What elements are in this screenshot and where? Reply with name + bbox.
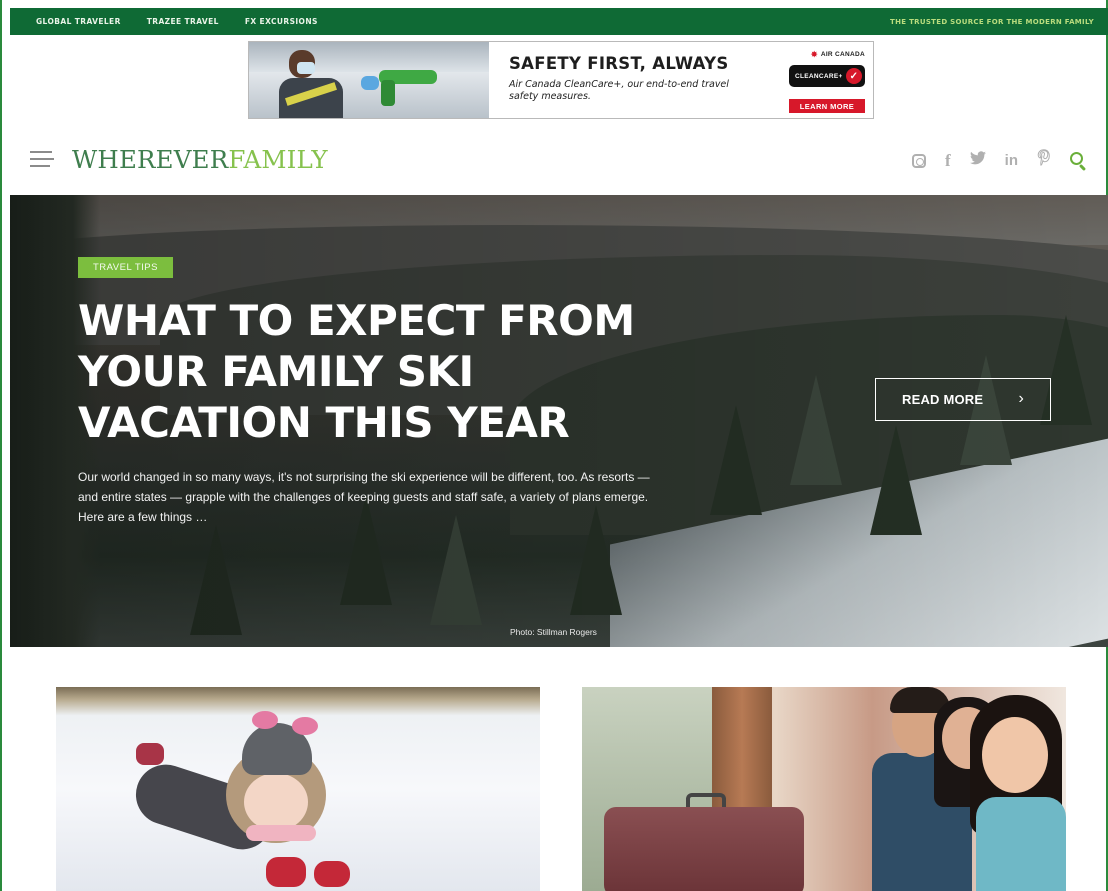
cleancare-label: CLEANCARE+ <box>795 72 843 80</box>
learn-more-button[interactable]: LEARN MORE <box>789 99 865 113</box>
hero-excerpt-line: Our world changed in so many ways, it's … <box>78 470 650 484</box>
ad-body: Air Canada CleanCare+, our end-to-end tr… <box>509 79 729 102</box>
hero-title-line: WHAT TO EXPECT FROM <box>78 296 635 345</box>
hero-title-line: VACATION THIS YEAR <box>78 398 570 447</box>
logo-family: FAMILY <box>228 145 328 174</box>
ad-brand-name: ✸ AIR CANADA <box>811 50 865 59</box>
child-face <box>244 773 308 831</box>
social-links: f in <box>911 149 1088 172</box>
daughter-dress <box>976 797 1066 891</box>
ad-copy: SAFETY FIRST, ALWAYS Air Canada CleanCar… <box>489 42 773 118</box>
chevron-right-icon: › <box>1018 390 1024 407</box>
suitcase <box>604 807 804 891</box>
category-tag[interactable]: TRAVEL TIPS <box>78 257 173 278</box>
logo-wherever: WHEREVER <box>72 145 229 174</box>
child-hat-pom <box>252 711 278 729</box>
read-more-label: READ MORE <box>902 392 984 407</box>
ad-photo-worker <box>279 44 349 118</box>
link-global-traveler[interactable]: GLOBAL TRAVELER <box>36 17 121 26</box>
hero-title-line: YOUR FAMILY SKI <box>78 347 474 396</box>
child-scarf <box>246 825 316 841</box>
facebook-icon[interactable]: f <box>945 151 951 171</box>
menu-line <box>30 165 50 167</box>
pinterest-glyph <box>1037 149 1050 166</box>
article-card-family-suitcase[interactable] <box>582 687 1066 891</box>
ad-photo <box>249 42 489 118</box>
article-card-child-in-snow[interactable] <box>56 687 540 891</box>
sprayer-handle <box>381 80 395 106</box>
child-mitten <box>266 857 306 887</box>
child-hat-pom <box>292 717 318 735</box>
menu-line <box>30 151 52 153</box>
top-utility-bar: GLOBAL TRAVELER TRAZEE TRAVEL FX EXCURSI… <box>10 8 1108 35</box>
search-handle <box>1078 163 1087 171</box>
ad-brand-label: AIR CANADA <box>820 51 865 58</box>
hamburger-menu-icon[interactable] <box>30 151 56 169</box>
site-logo[interactable]: WHEREVERFAMILY <box>72 145 328 174</box>
checkmark-icon: ✓ <box>846 68 862 84</box>
hero-title[interactable]: WHAT TO EXPECT FROM YOUR FAMILY SKI VACA… <box>78 295 718 448</box>
hero-excerpt-line: Here are a few things … <box>78 510 208 524</box>
child-mitten <box>314 861 350 887</box>
menu-line <box>30 158 54 160</box>
search-icon[interactable] <box>1070 151 1088 171</box>
twitter-bird-glyph <box>969 150 986 164</box>
instagram-icon[interactable] <box>911 153 926 168</box>
hero-feature[interactable]: TRAVEL TIPS WHAT TO EXPECT FROM YOUR FAM… <box>10 195 1108 647</box>
ad-photo-sprayer <box>361 66 439 106</box>
pinterest-icon[interactable] <box>1037 149 1051 172</box>
maple-leaf-icon: ✸ <box>810 50 818 59</box>
read-more-button[interactable]: READ MORE › <box>875 378 1051 421</box>
partner-links: GLOBAL TRAVELER TRAZEE TRAVEL FX EXCURSI… <box>36 17 318 26</box>
site-tagline: THE TRUSTED SOURCE FOR THE MODERN FAMILY <box>890 17 1094 26</box>
ad-headline: SAFETY FIRST, ALWAYS <box>509 54 729 73</box>
child-boot <box>136 743 164 765</box>
cleancare-badge: CLEANCARE+ ✓ <box>789 65 865 87</box>
link-fx-excursions[interactable]: FX EXCURSIONS <box>245 17 318 26</box>
linkedin-icon[interactable]: in <box>1005 151 1018 171</box>
hero-excerpt: Our world changed in so many ways, it's … <box>78 467 708 527</box>
link-trazee-travel[interactable]: TRAZEE TRAVEL <box>147 17 219 26</box>
worker-mask <box>297 62 315 74</box>
daughter-face <box>982 717 1048 793</box>
article-card-grid <box>14 647 1104 891</box>
hero-excerpt-line: and entire states — grapple with the cha… <box>78 490 649 504</box>
twitter-icon[interactable] <box>969 150 986 171</box>
site-header: WHEREVERFAMILY f in <box>10 137 1108 183</box>
ad-brand-block: ✸ AIR CANADA CLEANCARE+ ✓ LEARN MORE <box>773 42 873 118</box>
air-canada-ad-banner[interactable]: SAFETY FIRST, ALWAYS Air Canada CleanCar… <box>248 41 874 119</box>
worker-glove <box>361 76 379 90</box>
photo-credit: Photo: Stillman Rogers <box>510 627 597 637</box>
search-lens <box>1070 151 1083 165</box>
